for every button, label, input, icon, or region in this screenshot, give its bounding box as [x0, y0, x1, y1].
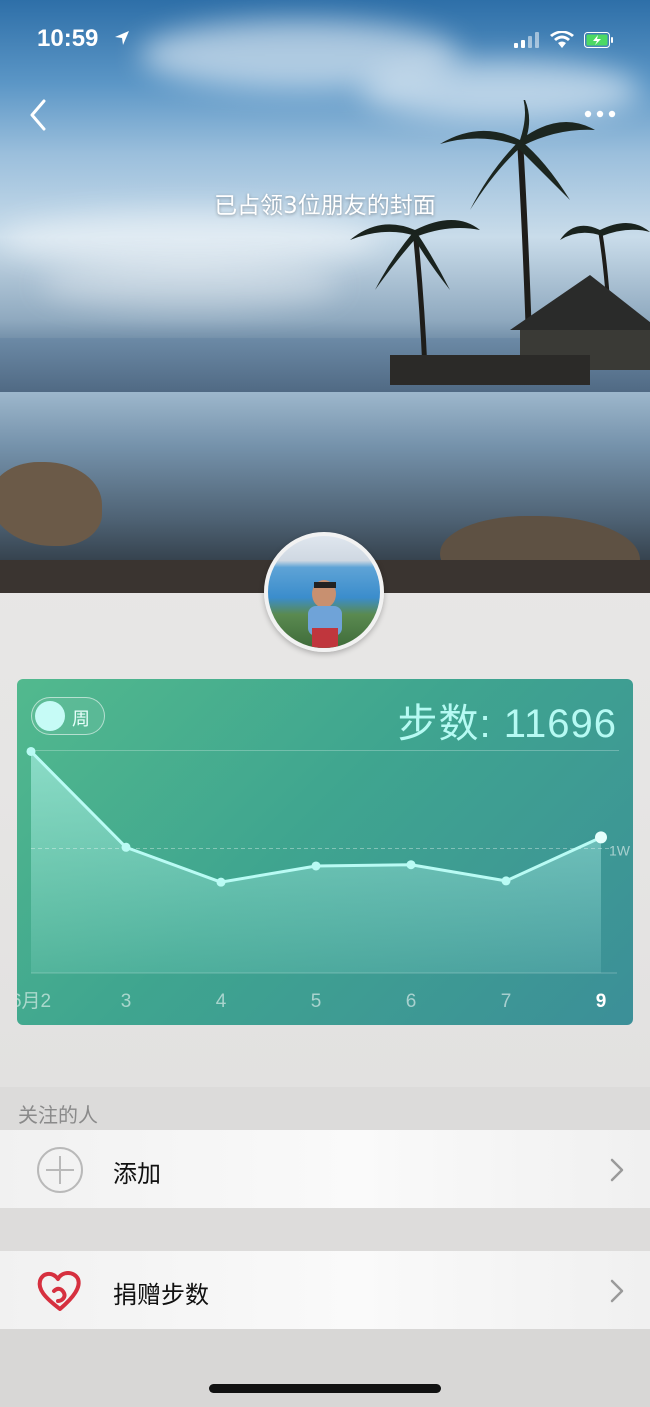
- data-point: [501, 876, 511, 886]
- reference-label: 1W: [609, 843, 631, 859]
- bottom-band: [0, 1329, 650, 1407]
- home-indicator: [209, 1384, 441, 1393]
- cover-title: 已占领3位朋友的封面: [214, 193, 436, 219]
- following-section-label: 关注的人: [0, 1087, 650, 1131]
- data-point: [26, 746, 36, 756]
- palm-trees-illustration: [350, 100, 650, 385]
- data-point: [216, 877, 226, 887]
- section-spacer: [0, 1208, 650, 1251]
- back-chevron-icon[interactable]: [24, 96, 58, 134]
- x-tick-label: 7: [501, 991, 512, 1012]
- avatar-photo: [308, 580, 342, 648]
- x-tick-label: 5: [311, 991, 322, 1012]
- cloud: [40, 260, 340, 310]
- x-tick-label: 6月2: [17, 991, 51, 1012]
- x-tick-label: 9: [596, 991, 607, 1012]
- status-indicators: [514, 31, 614, 49]
- plus-circle-icon: [37, 1147, 83, 1193]
- x-tick-label: 3: [121, 991, 132, 1012]
- data-point: [406, 860, 416, 870]
- data-point: [595, 831, 607, 844]
- cellular-signal-icon: [514, 32, 539, 48]
- cover-photo[interactable]: 10:59 已占领3位朋友的封面: [0, 0, 650, 593]
- steps-chart-card: 周 步数: 11696 1W6月2345679: [17, 679, 633, 1025]
- status-bar: 10:59: [0, 0, 650, 80]
- more-dots-icon[interactable]: [582, 104, 622, 124]
- data-point: [121, 842, 131, 852]
- status-time: 10:59: [37, 25, 99, 52]
- battery-charging-icon: [584, 32, 613, 48]
- location-arrow-icon: [115, 31, 129, 45]
- heart-hands-icon: [37, 1271, 81, 1311]
- wifi-icon: [550, 31, 574, 48]
- donate-steps-row[interactable]: 捐赠步数: [0, 1251, 650, 1329]
- avatar[interactable]: [264, 532, 384, 652]
- add-label: 添加: [113, 1160, 161, 1188]
- add-following-row[interactable]: 添加: [0, 1130, 650, 1208]
- steps-line-chart: 1W 6月2 3 4 5 6 7 9: [17, 746, 631, 1012]
- data-point: [311, 861, 321, 871]
- chevron-right-icon: [610, 1279, 624, 1303]
- chevron-right-icon: [610, 1158, 624, 1182]
- donate-label: 捐赠步数: [113, 1281, 209, 1309]
- x-tick-label: 4: [216, 991, 227, 1012]
- x-tick-label: 6: [406, 991, 417, 1012]
